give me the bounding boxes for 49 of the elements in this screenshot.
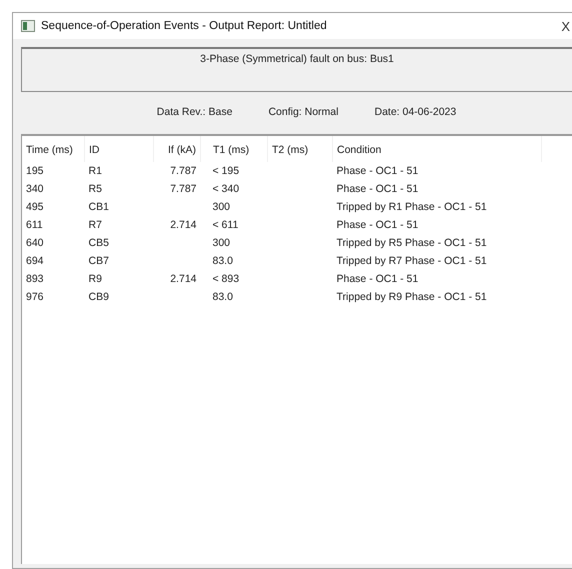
column-header[interactable]: Condition (332, 136, 542, 162)
table-cell: Tripped by R7 Phase - OC1 - 51 (336, 255, 487, 267)
table-cell: Phase - OC1 - 51 (336, 219, 418, 231)
table-cell: 495 (26, 201, 44, 213)
table-cell: 640 (26, 237, 44, 249)
table-cell: CB5 (88, 237, 109, 249)
info-field: Config: Normal (268, 106, 338, 118)
table-cell: < 195 (212, 165, 240, 177)
table-cell: 611 (26, 219, 43, 231)
table-cell: 2.714 (170, 273, 196, 285)
info-field: Data Rev.: Base (156, 106, 232, 118)
app-icon (21, 20, 35, 32)
table-cell: < 340 (212, 183, 240, 195)
table-cell: Tripped by R5 Phase - OC1 - 51 (336, 237, 487, 249)
table-cell: R5 (88, 183, 102, 195)
table-cell: Phase - OC1 - 51 (336, 183, 418, 195)
close-button[interactable]: X (559, 18, 572, 34)
info-field: Date: 04-06-2023 (374, 106, 456, 118)
table-cell: 300 (212, 237, 230, 249)
table-cell: CB1 (88, 201, 109, 213)
column-header[interactable]: Time (ms) (22, 136, 84, 162)
table-cell: R1 (88, 165, 102, 177)
table-cell: CB7 (88, 255, 109, 267)
table-cell: Phase - OC1 - 51 (336, 273, 418, 285)
table-cell: 195 (26, 165, 44, 177)
table-cell: 694 (26, 255, 44, 267)
table-cell: CB9 (88, 291, 109, 303)
window-title: Sequence-of-Operation Events - Output Report: Untitled (41, 20, 327, 32)
column-header[interactable]: If (kA) (154, 136, 200, 162)
table-cell: 2.714 (170, 219, 196, 231)
table-cell: Tripped by R9 Phase - OC1 - 51 (336, 291, 487, 303)
fault-header: 3-Phase (Symmetrical) fault on bus: Bus1 (21, 47, 572, 92)
column-header[interactable]: T1 (ms) (200, 136, 268, 162)
table-cell: 893 (26, 273, 44, 285)
table-cell: R9 (88, 273, 102, 285)
table-cell: < 893 (212, 273, 240, 285)
table-cell: 83.0 (212, 291, 233, 303)
column-header[interactable]: ID (84, 136, 154, 162)
table-cell: 7.787 (170, 183, 196, 195)
table-cell: 340 (26, 183, 44, 195)
table-cell: 7.787 (170, 165, 196, 177)
table-cell: 976 (26, 291, 44, 303)
table-cell: 300 (212, 201, 230, 213)
column-header[interactable]: T2 (ms) (268, 136, 332, 162)
table-cell: R7 (88, 219, 102, 231)
table-cell: Phase - OC1 - 51 (336, 165, 418, 177)
table-cell: Tripped by R1 Phase - OC1 - 51 (336, 201, 487, 213)
table-cell: 83.0 (212, 255, 233, 267)
table-cell: < 611 (212, 219, 238, 231)
